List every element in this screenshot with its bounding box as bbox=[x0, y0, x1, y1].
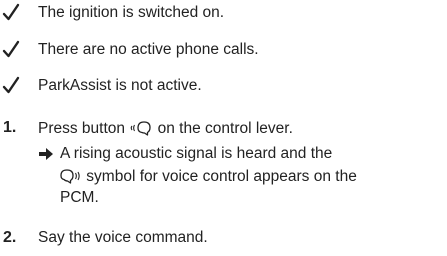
result-line-3: PCM. bbox=[60, 189, 99, 206]
voice-control-symbol-icon bbox=[60, 166, 82, 184]
checkmark-icon bbox=[2, 3, 20, 23]
requirement-text: There are no active phone calls. bbox=[38, 41, 259, 58]
step-text-before: Press button bbox=[38, 120, 130, 137]
step-number: 2. bbox=[3, 229, 17, 246]
step-number: 1. bbox=[3, 119, 17, 136]
checkmark-icon bbox=[2, 76, 20, 96]
requirement-text: The ignition is switched on. bbox=[38, 4, 225, 21]
result-line-1: A rising acoustic signal is heard and th… bbox=[60, 145, 333, 162]
checkmark-icon bbox=[2, 40, 20, 60]
step-text: Say the voice command. bbox=[38, 229, 208, 246]
step-text-after: on the control lever. bbox=[153, 120, 293, 137]
instructions-document: The ignition is switched on. There are n… bbox=[0, 0, 447, 256]
result-line-2-text: symbol for voice control appears on the bbox=[82, 168, 357, 185]
result-arrow-icon bbox=[38, 144, 54, 164]
voice-button-icon bbox=[129, 118, 153, 136]
requirement-text: ParkAssist is not active. bbox=[38, 77, 202, 94]
result-line-2: symbol for voice control appears on the bbox=[60, 166, 357, 187]
step-text: Press button on the control lever. bbox=[38, 118, 293, 139]
